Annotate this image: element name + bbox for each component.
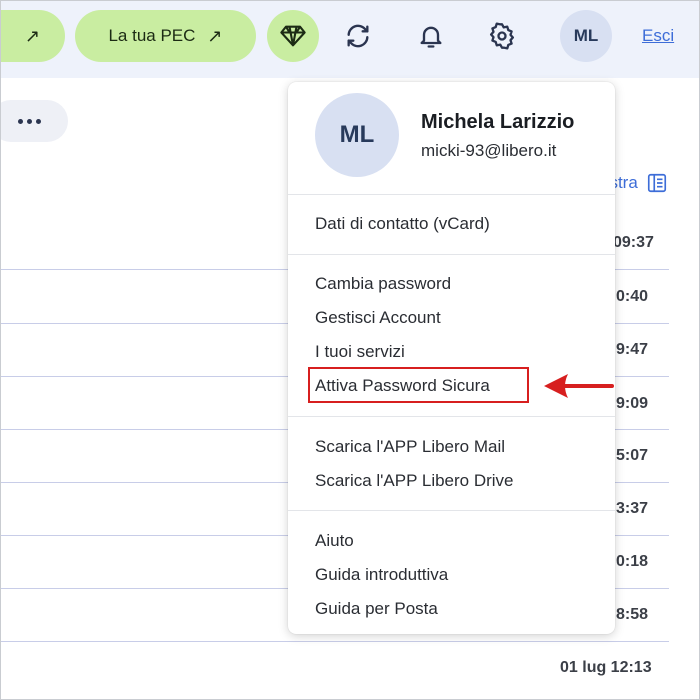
- refresh-button[interactable]: [340, 18, 376, 54]
- menu-divider: [288, 510, 615, 511]
- more-dots-icon: [35, 118, 41, 124]
- row-divider: [0, 641, 669, 642]
- mail-time: 09:37: [613, 234, 654, 251]
- mail-time: 01 lug 12:13: [560, 659, 652, 676]
- pec-button[interactable]: La tua PEC ↗: [75, 10, 256, 62]
- external-link-icon: ↗: [207, 26, 223, 46]
- top-header: ↗ La tua PEC ↗ ML Esci: [0, 0, 700, 78]
- account-name: Michela Larizzio: [421, 111, 575, 133]
- gear-icon: [489, 22, 515, 50]
- logout-link[interactable]: Esci: [642, 26, 674, 46]
- mail-time: 3:37: [616, 500, 649, 517]
- diamond-icon: [280, 25, 306, 47]
- bell-icon: [420, 26, 442, 48]
- refresh-icon: [347, 24, 369, 48]
- menu-item-download-drive-app[interactable]: Scarica l'APP Libero Drive: [315, 471, 514, 491]
- pec-button-label: La tua PEC: [108, 26, 196, 45]
- menu-item-intro-guide[interactable]: Guida introduttiva: [315, 565, 448, 585]
- menu-item-mail-guide[interactable]: Guida per Posta: [315, 599, 438, 619]
- menu-item-download-mail-app[interactable]: Scarica l'APP Libero Mail: [315, 437, 505, 457]
- menu-item-vcard[interactable]: Dati di contatto (vCard): [315, 214, 490, 234]
- menu-item-change-password[interactable]: Cambia password: [315, 274, 451, 294]
- account-menu: ML Michela Larizzio micki-93@libero.it D…: [288, 82, 615, 634]
- mail-time: 0:18: [616, 553, 649, 570]
- mail-time: 0:40: [616, 288, 649, 305]
- service-pill-button[interactable]: ↗: [0, 10, 65, 62]
- menu-item-your-services[interactable]: I tuoi servizi: [315, 342, 405, 362]
- account-avatar: ML: [315, 93, 399, 177]
- menu-divider: [288, 254, 615, 255]
- more-dots-icon: [26, 118, 32, 124]
- reading-pane-icon: [647, 173, 666, 193]
- menu-item-manage-account[interactable]: Gestisci Account: [315, 308, 441, 328]
- user-avatar-button[interactable]: ML: [560, 10, 612, 62]
- account-email: micki-93@libero.it: [421, 141, 557, 160]
- menu-item-secure-password[interactable]: Attiva Password Sicura: [315, 376, 490, 396]
- mail-time: 9:09: [616, 395, 649, 412]
- mail-time: 8:58: [616, 606, 649, 623]
- settings-button[interactable]: [484, 18, 520, 54]
- red-arrow-icon: [544, 374, 614, 398]
- more-dots-icon: [17, 118, 23, 124]
- external-link-icon: ↗: [24, 26, 41, 46]
- premium-button[interactable]: [267, 10, 319, 62]
- more-actions-button[interactable]: [0, 100, 68, 142]
- mail-time: 5:07: [616, 447, 649, 464]
- notifications-button[interactable]: [413, 18, 449, 54]
- menu-divider: [288, 194, 615, 195]
- menu-item-help[interactable]: Aiuto: [315, 531, 354, 551]
- menu-divider: [288, 416, 615, 417]
- mail-time: 9:47: [616, 341, 649, 358]
